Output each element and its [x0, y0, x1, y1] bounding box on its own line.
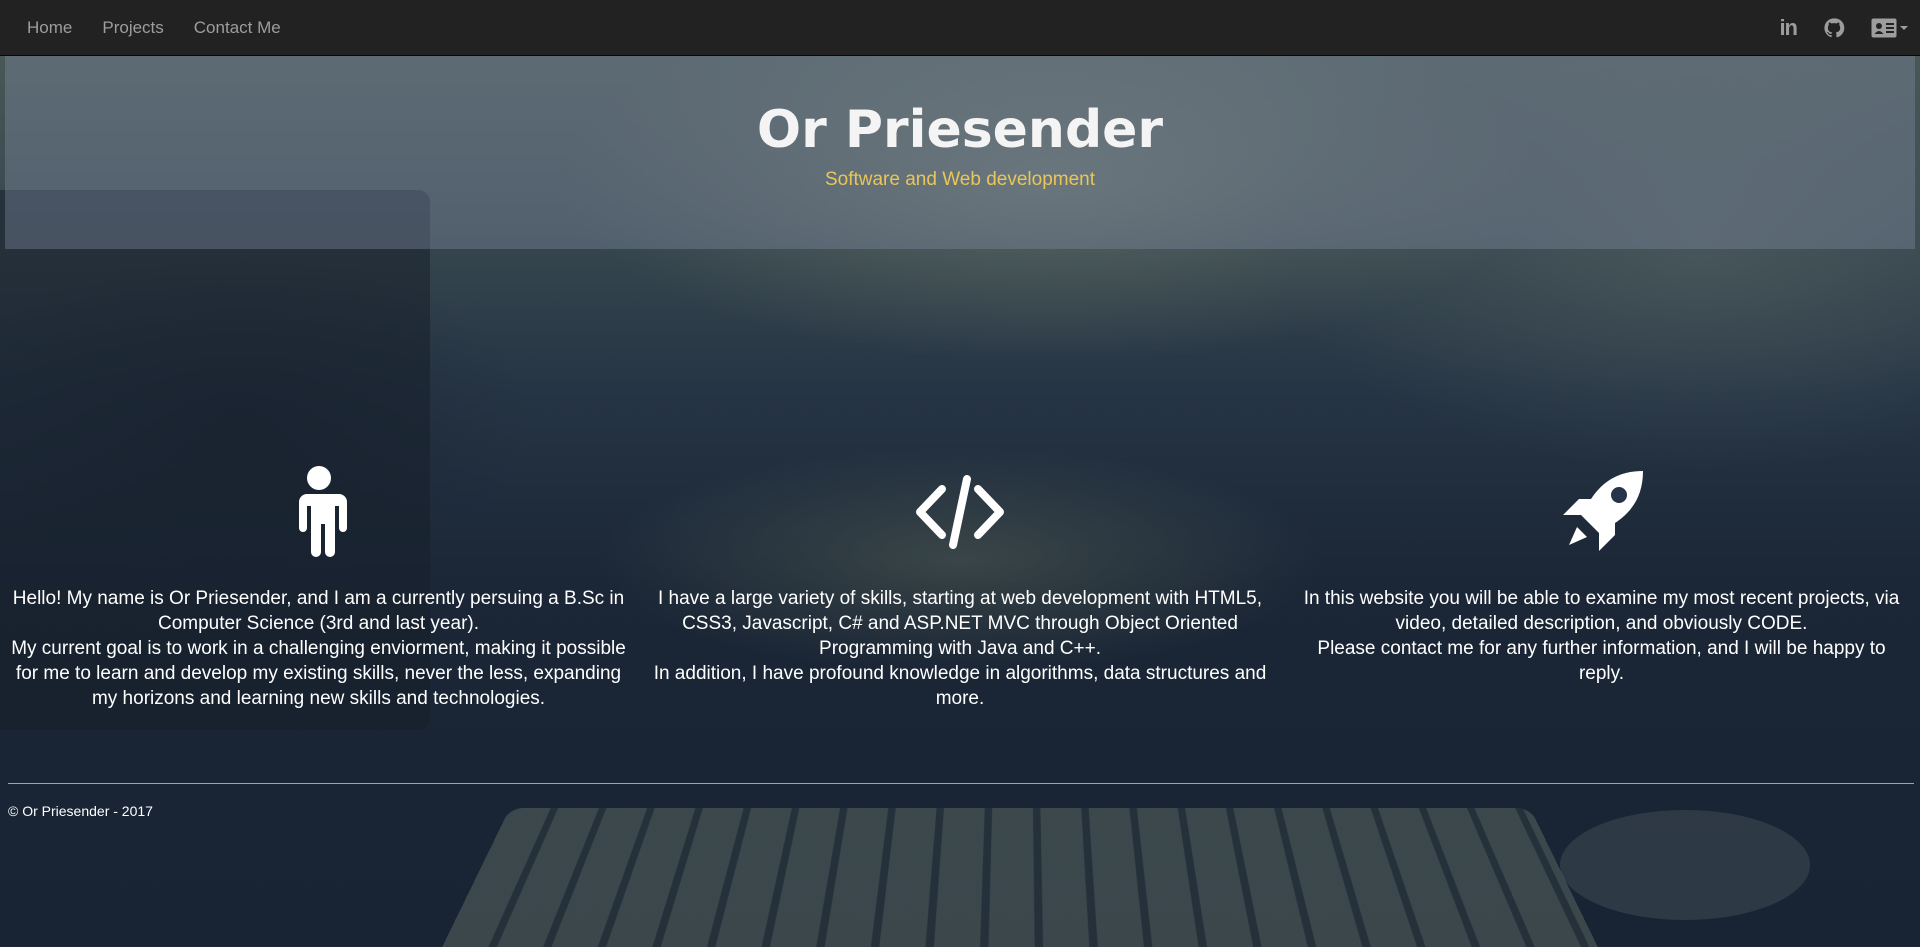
feature-skills: I have a large variety of skills, starti… — [652, 462, 1269, 711]
feature-projects-text: In this website you will be able to exam… — [1293, 586, 1910, 686]
person-icon — [10, 462, 627, 562]
nav-social-icons: in — [1779, 0, 1908, 56]
top-navbar: Home Projects Contact Me in — [0, 0, 1920, 56]
feature-about-line: My current goal is to work in a challeng… — [11, 638, 626, 709]
nav-link-home[interactable]: Home — [12, 18, 87, 38]
hero-header: Or Priesender Software and Web developme… — [5, 56, 1915, 249]
features-section: Hello! My name is Or Priesender, and I a… — [0, 462, 1920, 711]
feature-skills-text: I have a large variety of skills, starti… — [652, 586, 1269, 711]
page-title: Or Priesender — [756, 100, 1164, 160]
nav-link-contact[interactable]: Contact Me — [179, 18, 296, 38]
footer-copyright: © Or Priesender - 2017 — [8, 803, 153, 819]
footer-divider — [8, 783, 1914, 784]
contact-card-icon[interactable] — [1871, 18, 1908, 38]
code-icon — [652, 462, 1269, 562]
nav-links: Home Projects Contact Me — [12, 0, 296, 56]
feature-skills-line: In addition, I have profound knowledge i… — [653, 663, 1267, 709]
feature-about-line: Hello! My name is Or Priesender, and I a… — [12, 588, 625, 634]
github-icon[interactable] — [1823, 17, 1845, 39]
page-subtitle: Software and Web development — [824, 169, 1096, 191]
linkedin-label: in — [1779, 15, 1798, 40]
feature-about-text: Hello! My name is Or Priesender, and I a… — [10, 586, 627, 711]
feature-projects-line: In this website you will be able to exam… — [1303, 588, 1900, 634]
feature-projects-line: Please contact me for any further inform… — [1317, 638, 1886, 684]
rocket-icon — [1293, 462, 1910, 562]
nav-link-projects[interactable]: Projects — [87, 18, 178, 38]
chevron-down-icon — [1900, 26, 1908, 30]
feature-about: Hello! My name is Or Priesender, and I a… — [10, 462, 627, 711]
feature-skills-line: I have a large variety of skills, starti… — [657, 588, 1263, 659]
linkedin-icon[interactable]: in — [1779, 15, 1798, 41]
feature-projects: In this website you will be able to exam… — [1293, 462, 1910, 711]
